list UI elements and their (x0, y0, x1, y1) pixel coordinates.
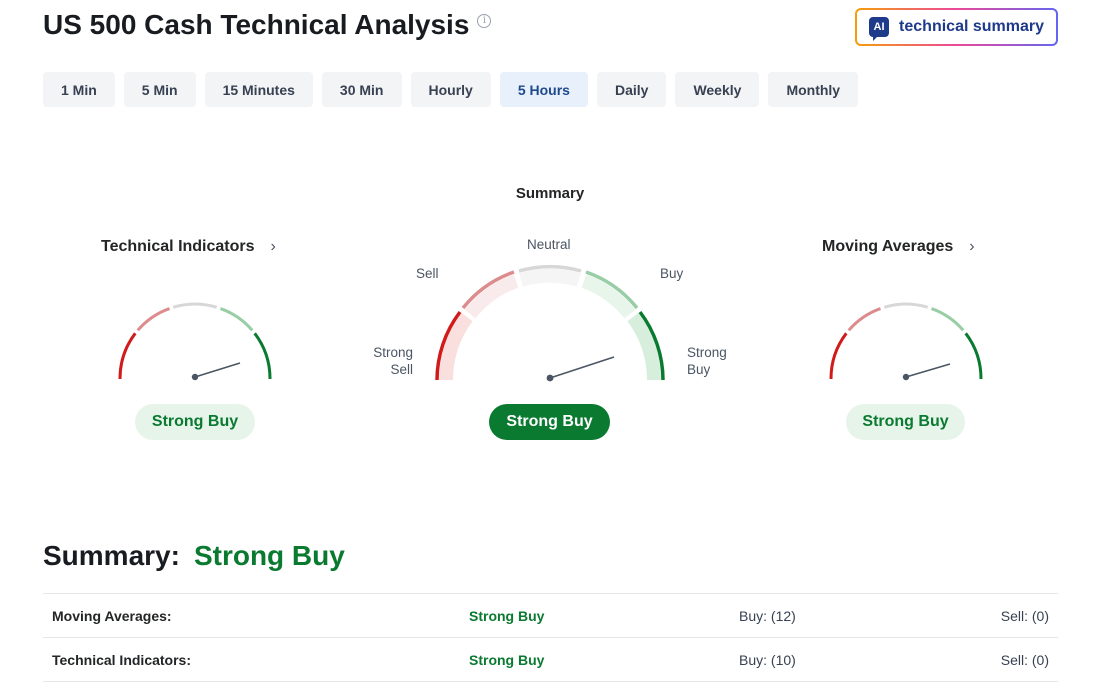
tab-15-minutes[interactable]: 15 Minutes (204, 72, 313, 107)
gauge-pivot (546, 374, 554, 382)
tab-hourly[interactable]: Hourly (410, 72, 491, 107)
gauge-segment-buy (219, 307, 254, 332)
row-buy-count: Buy: (12) (739, 608, 796, 624)
gauge-needle (905, 363, 951, 378)
gauge-segment-strong-buy (253, 332, 272, 380)
gauge-segment-sell (847, 307, 882, 332)
summary-result: Summary: Strong Buy (43, 540, 345, 572)
table-row: Moving Averages: Strong Buy Buy: (12) Se… (43, 594, 1058, 638)
summary-label: Summary: (43, 540, 180, 571)
gauge-label-neutral: Neutral (527, 237, 571, 252)
row-name: Technical Indicators: (52, 652, 191, 668)
tab-5-hours[interactable]: 5 Hours (499, 72, 588, 107)
chevron-right-icon: › (969, 238, 975, 255)
gauge-label-strong-buy-line1: Strong (687, 345, 727, 360)
gauges-heading: Summary (515, 185, 585, 202)
timeframe-tabs: 1 Min 5 Min 15 Minutes 30 Min Hourly 5 H… (43, 72, 859, 107)
technical-indicators-link[interactable]: Technical Indicators › (101, 238, 276, 256)
gauge-pivot (902, 373, 910, 381)
technical-indicators-title: Technical Indicators (101, 238, 255, 255)
gauge-band-neutral (519, 268, 581, 287)
moving-averages-title: Moving Averages (822, 238, 954, 255)
moving-averages-gauge (829, 302, 983, 381)
gauge-needle (194, 362, 241, 378)
gauge-segment-strong-buy (964, 332, 983, 380)
gauge-band-buy (581, 274, 636, 319)
gauge-segment-strong-sell (118, 332, 137, 380)
ai-chat-icon: AI (869, 17, 890, 41)
row-sell-count: Sell: (0) (1000, 608, 1049, 624)
row-buy-count: Buy: (10) (739, 652, 796, 668)
gauge-pivot (191, 373, 199, 381)
tab-30-min[interactable]: 30 Min (321, 72, 402, 107)
row-name: Moving Averages: (52, 608, 172, 624)
chevron-right-icon: › (270, 238, 276, 255)
gauge-segment-strong-sell (829, 332, 848, 380)
ai-technical-summary-button[interactable]: AI technical summary (855, 8, 1058, 46)
gauge-segment-neutral (883, 302, 929, 309)
gauge-label-strong-sell-line1: Strong (373, 345, 413, 360)
moving-averages-link[interactable]: Moving Averages › (822, 238, 975, 256)
gauge-needle (549, 356, 615, 379)
summary-table: Moving Averages: Strong Buy Buy: (12) Se… (43, 593, 1058, 682)
technical-indicators-signal: Strong Buy (135, 404, 255, 440)
tab-5-min[interactable]: 5 Min (123, 72, 196, 107)
table-row: Technical Indicators: Strong Buy Buy: (1… (43, 638, 1058, 682)
tab-weekly[interactable]: Weekly (675, 72, 760, 107)
row-sell-count: Sell: (0) (1000, 652, 1049, 668)
row-signal: Strong Buy (469, 652, 545, 668)
summary-gauge (435, 264, 665, 382)
gauge-segment-neutral (172, 302, 218, 309)
gauge-segment-sell (136, 307, 171, 332)
gauge-label-strong-sell-line2: Sell (390, 362, 413, 377)
page-title: US 500 Cash Technical Analysis i (43, 8, 492, 42)
technical-indicators-gauge (118, 302, 272, 381)
ai-button-label: technical summary (899, 18, 1044, 35)
moving-averages-signal: Strong Buy (846, 404, 965, 440)
tab-daily[interactable]: Daily (596, 72, 667, 107)
row-signal: Strong Buy (469, 608, 545, 624)
info-icon[interactable]: i (477, 14, 492, 28)
page-title-text: US 500 Cash Technical Analysis (43, 9, 470, 40)
gauge-label-strong-buy-line2: Buy (687, 362, 711, 377)
gauge-segment-buy (930, 307, 965, 332)
summary-signal: Strong Buy (489, 404, 610, 440)
page-header: US 500 Cash Technical Analysis i AI techn… (43, 8, 1058, 48)
gauge-band-sell (464, 274, 519, 319)
tab-1-min[interactable]: 1 Min (43, 72, 115, 107)
gauge-label-strong-sell: Strong Sell (371, 344, 413, 378)
summary-value: Strong Buy (193, 540, 345, 571)
gauge-label-strong-buy: Strong Buy (687, 344, 727, 378)
tab-monthly[interactable]: Monthly (768, 72, 859, 107)
